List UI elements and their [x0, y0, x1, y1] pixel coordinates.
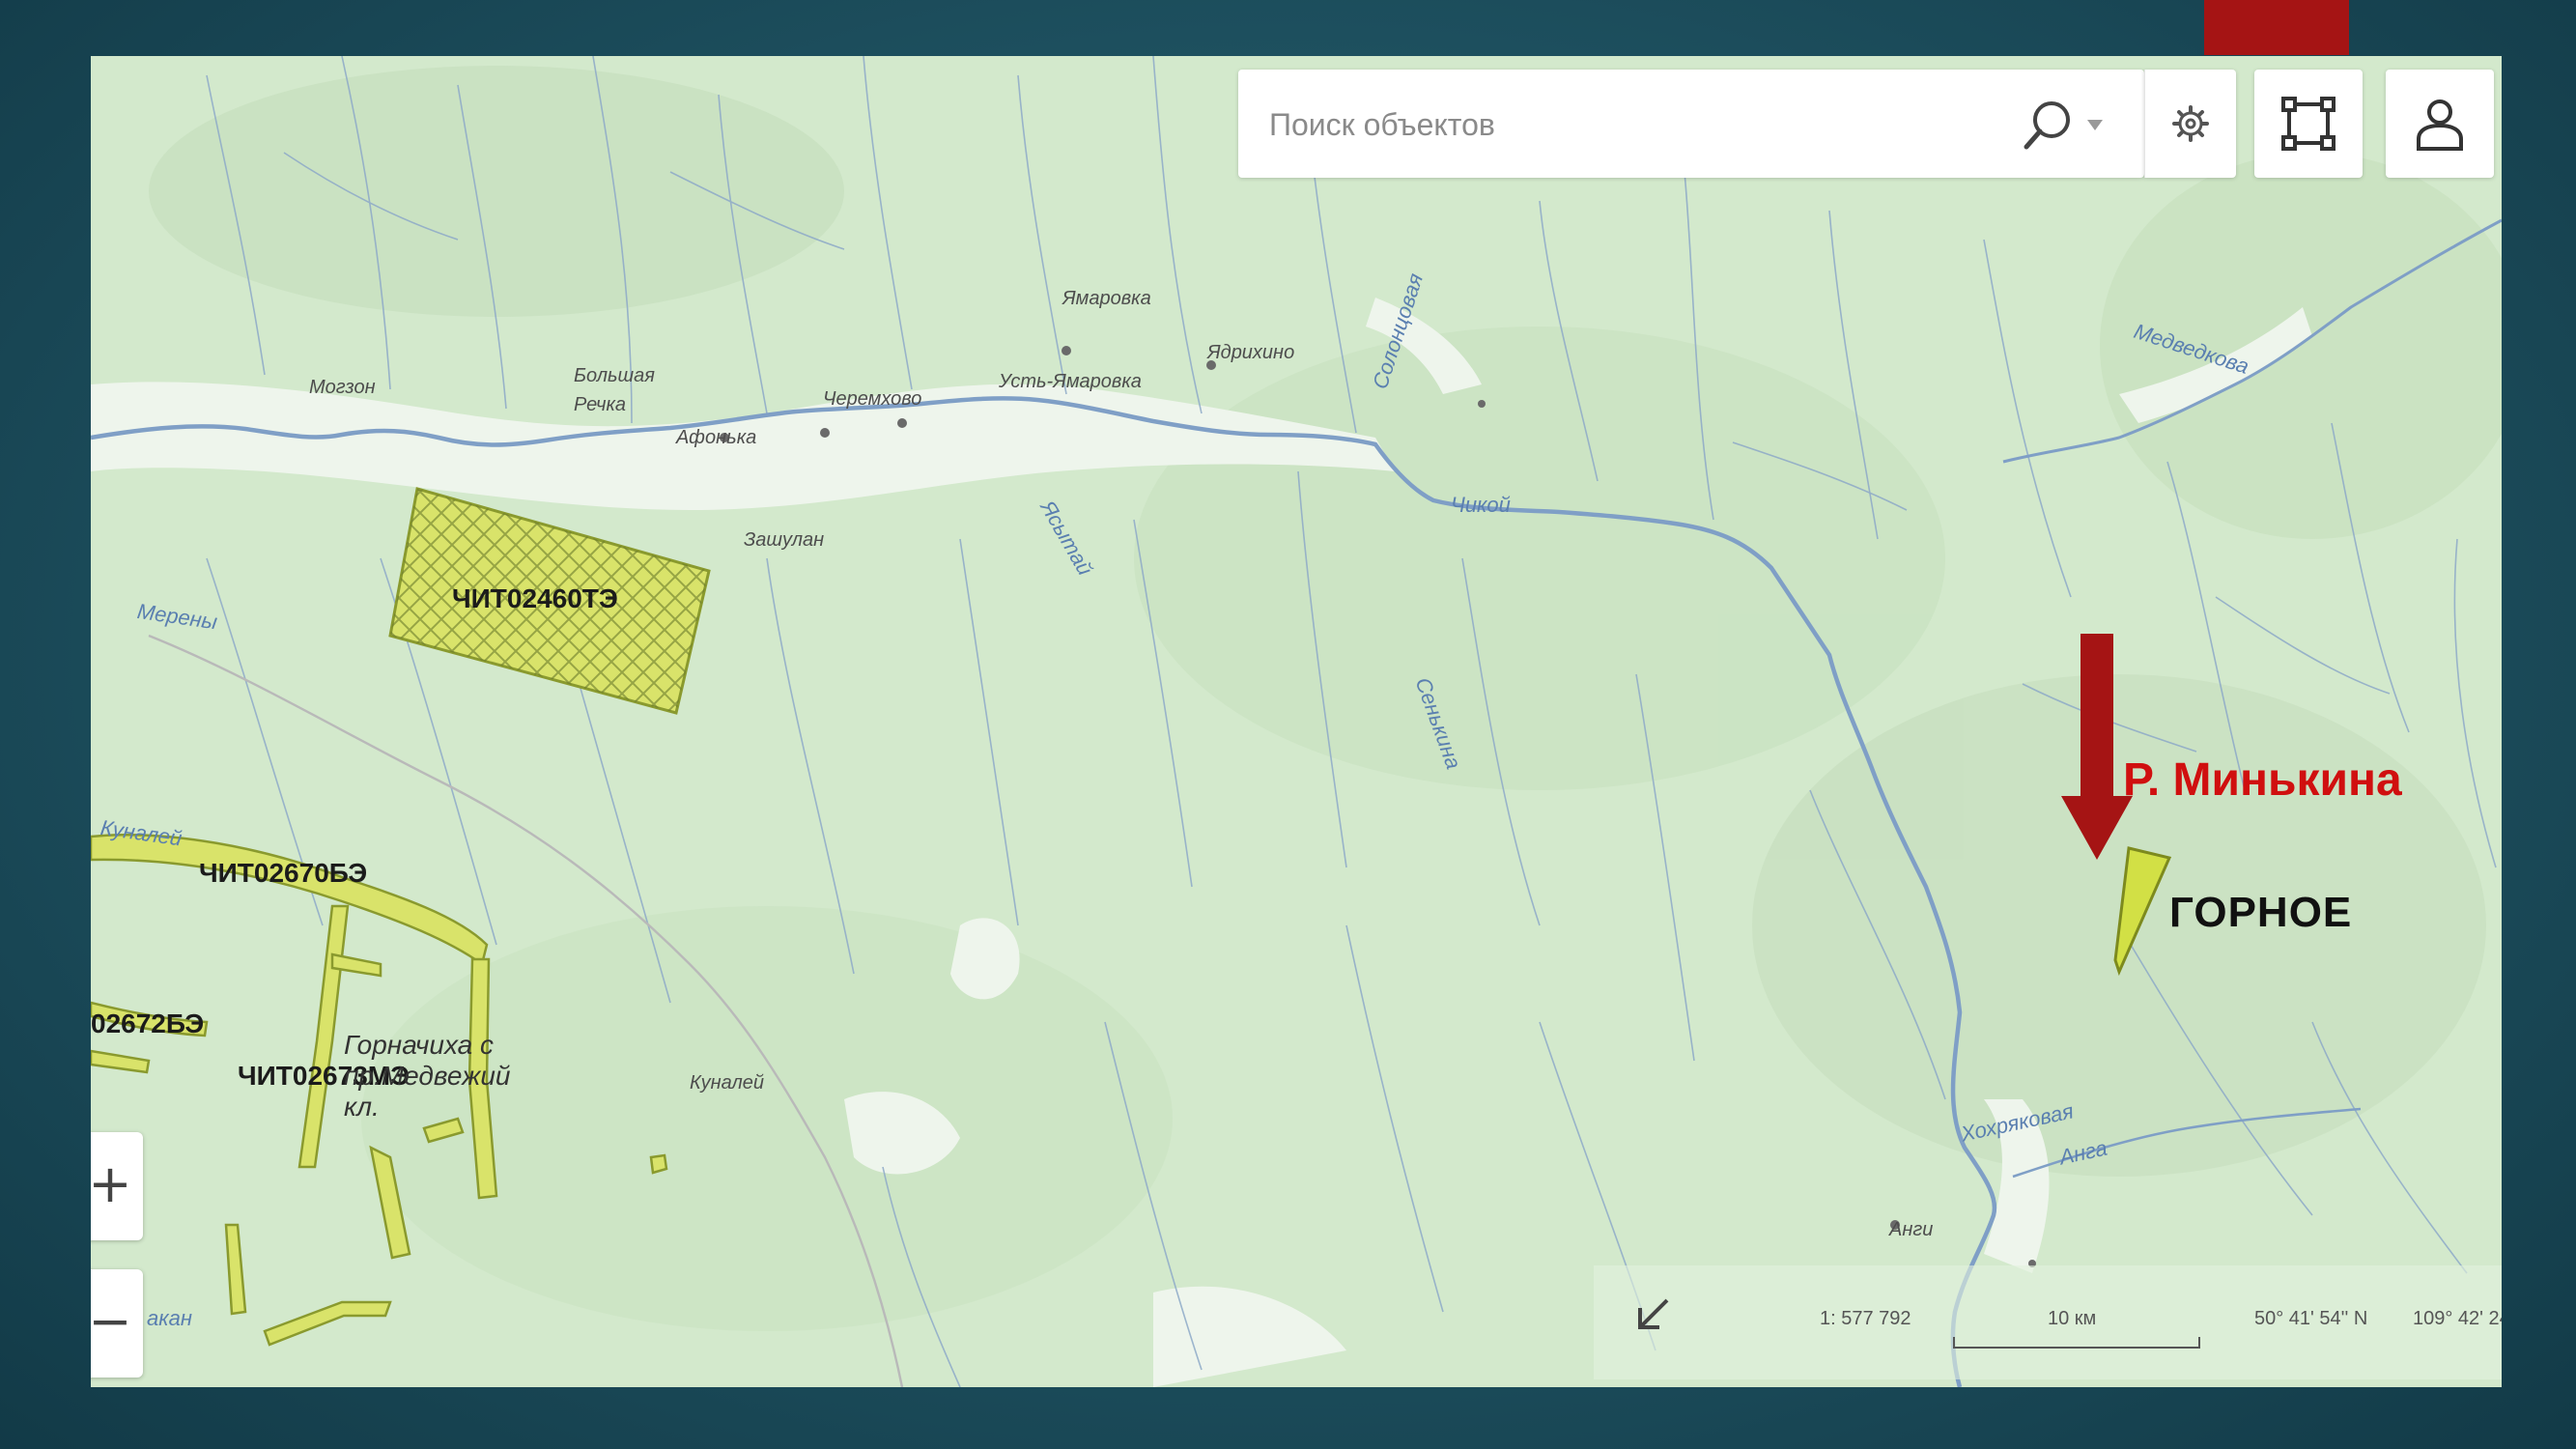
place-afonka: Афонька [676, 427, 757, 448]
map-view[interactable]: Ямаровка Ядрихино Могзон Большая Речка Ч… [91, 56, 2502, 1387]
bounding-frame-icon [2281, 97, 2335, 151]
search-bar [1238, 70, 2144, 178]
deposit-label-line3: кл. [344, 1092, 380, 1122]
place-yamarovka: Ямаровка [1062, 288, 1151, 309]
place-bolshaya-rechka-1: Большая [574, 365, 655, 386]
chevron-down-icon[interactable] [2086, 118, 2104, 131]
arrow-down-left-icon[interactable] [1632, 1293, 1675, 1335]
place-ust-yamarovka: Усть-Ямаровка [999, 371, 1142, 392]
scale-bar [1953, 1337, 2200, 1349]
river-label-akan: акан [147, 1306, 192, 1330]
slide-accent-bar [2204, 0, 2349, 55]
river-annotation: Р. Минькина [2123, 754, 2402, 806]
search-icon[interactable] [2019, 97, 2077, 155]
place-bolshaya-rechka-2: Речка [574, 394, 627, 415]
place-cheremkhovo: Черемхово [823, 388, 922, 410]
scale-ratio: 1: 577 792 [1820, 1308, 1911, 1329]
plot-label-chit02670be: ЧИТ02670БЭ [199, 858, 368, 888]
user-icon [2417, 99, 2463, 151]
coord-longitude: 109° 42' 24'' E [2413, 1308, 2502, 1329]
coord-latitude: 50° 41' 54'' N [2254, 1308, 2368, 1329]
scale-distance: 10 км [2048, 1308, 2097, 1329]
river-label-chikoy: Чикой [1451, 493, 1511, 517]
search-input[interactable] [1267, 91, 1947, 158]
plot-label-chit02460te: ЧИТ02460ТЭ [452, 583, 618, 613]
user-button[interactable] [2386, 70, 2494, 178]
zoom-out-button[interactable]: − [91, 1269, 143, 1378]
place-zashulan: Зашулан [744, 529, 825, 551]
zoom-in-button[interactable]: + [91, 1132, 143, 1240]
map-extent-button[interactable] [2254, 70, 2363, 178]
deposit-label-line1: Горначиха с [344, 1030, 495, 1060]
place-kunalei: Куналей [690, 1072, 764, 1094]
gear-icon [2172, 105, 2209, 142]
map-canvas[interactable] [91, 56, 2502, 1387]
site-annotation: ГОРНОЕ [2169, 889, 2353, 936]
deposit-label: Горначиха с пр.Медвежий кл. [344, 1030, 510, 1122]
plot-label-chit02672be: 02672БЭ [91, 1009, 205, 1038]
place-yadrikhino: Ядрихино [1207, 342, 1295, 363]
settings-button[interactable] [2144, 70, 2236, 178]
deposit-label-line2: пр.Медвежий [344, 1061, 511, 1091]
place-angi: Анги [1889, 1219, 1934, 1240]
map-status-bar: 1: 577 792 10 км 50° 41' 54'' N 109° 42'… [1594, 1265, 2502, 1379]
place-mogzon: Могзон [309, 377, 376, 398]
